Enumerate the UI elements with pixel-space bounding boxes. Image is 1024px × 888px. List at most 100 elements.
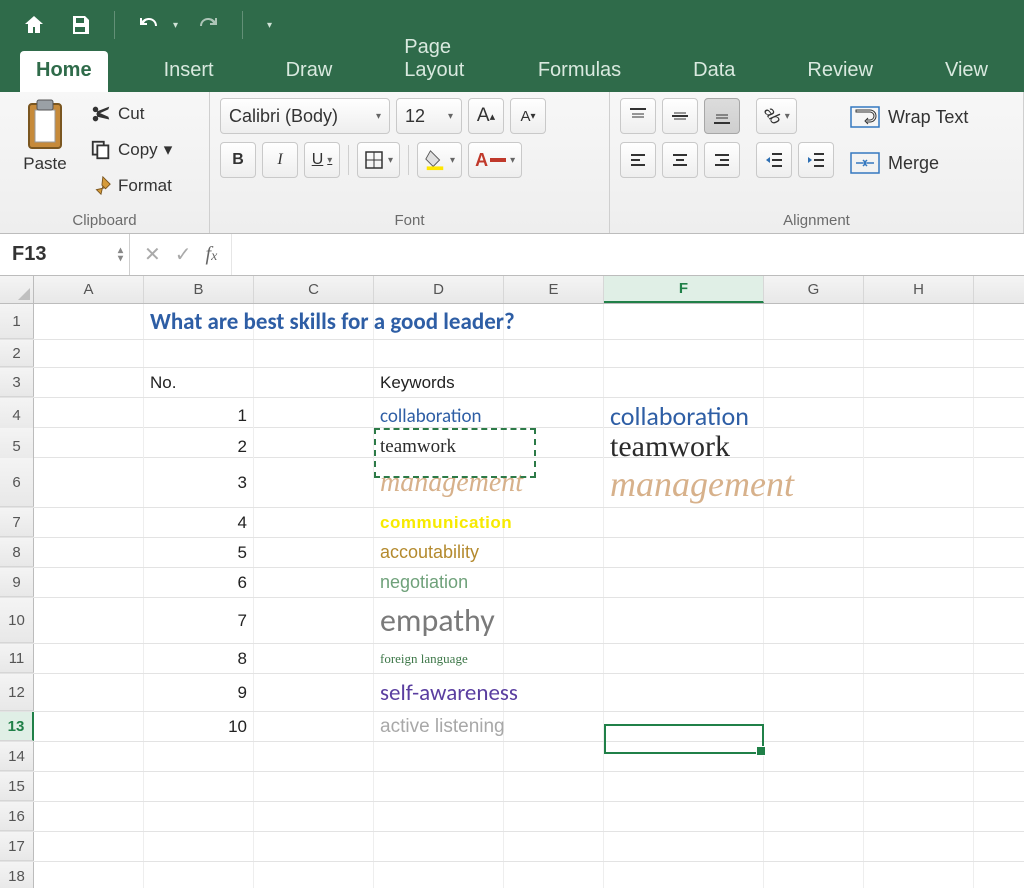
cell[interactable]	[254, 340, 374, 367]
cell[interactable]	[864, 802, 974, 831]
col-header-E[interactable]: E	[504, 276, 604, 303]
align-left-button[interactable]	[620, 142, 656, 178]
cell-B13[interactable]: 10	[144, 712, 254, 741]
cell[interactable]	[764, 742, 864, 771]
copy-button[interactable]: Copy ▾	[86, 134, 176, 166]
cell[interactable]	[764, 368, 864, 397]
cell[interactable]	[254, 832, 374, 861]
cell[interactable]	[34, 538, 144, 567]
cell[interactable]	[254, 802, 374, 831]
cell[interactable]	[144, 772, 254, 801]
cell[interactable]	[504, 568, 604, 597]
tab-data[interactable]: Data	[677, 51, 751, 92]
cell[interactable]	[34, 508, 144, 537]
cell[interactable]	[764, 772, 864, 801]
shrink-font-button[interactable]: A▾	[510, 98, 546, 134]
cell[interactable]	[254, 568, 374, 597]
cell[interactable]	[604, 568, 764, 597]
cell[interactable]	[374, 802, 504, 831]
row-header-6[interactable]: 6	[0, 458, 34, 507]
cell[interactable]	[764, 508, 864, 537]
accept-formula-icon[interactable]: ✓	[175, 242, 192, 267]
bold-button[interactable]: B	[220, 142, 256, 178]
save-icon[interactable]	[64, 9, 96, 41]
cell[interactable]	[34, 742, 144, 771]
cell[interactable]	[144, 832, 254, 861]
align-center-button[interactable]	[662, 142, 698, 178]
cell-D6[interactable]: management	[374, 458, 504, 507]
cell[interactable]	[144, 340, 254, 367]
cell[interactable]	[604, 368, 764, 397]
merge-button[interactable]: Merge	[850, 146, 968, 180]
cell[interactable]	[764, 644, 864, 673]
font-family-select[interactable]: Calibri (Body) ▾	[220, 98, 390, 134]
cell[interactable]	[34, 802, 144, 831]
cell[interactable]	[604, 832, 764, 861]
format-painter-button[interactable]: Format	[86, 170, 176, 202]
cell-B1[interactable]: What are best skills for a good leader?	[144, 304, 254, 339]
row-header-2[interactable]: 2	[0, 340, 34, 367]
tab-formulas[interactable]: Formulas	[522, 51, 637, 92]
cell[interactable]	[604, 644, 764, 673]
cell[interactable]	[604, 598, 764, 643]
grow-font-button[interactable]: A▴	[468, 98, 504, 134]
cell[interactable]	[34, 772, 144, 801]
increase-indent-button[interactable]	[798, 142, 834, 178]
cell-D12[interactable]: self-awareness	[374, 674, 504, 711]
undo-dropdown-caret[interactable]: ▾	[173, 20, 178, 31]
cell[interactable]	[374, 862, 504, 888]
row-header-17[interactable]: 17	[0, 832, 34, 861]
cell[interactable]	[254, 598, 374, 643]
tab-view[interactable]: View	[929, 51, 1004, 92]
cell[interactable]	[864, 644, 974, 673]
cut-button[interactable]: Cut	[86, 98, 176, 130]
align-middle-button[interactable]	[662, 98, 698, 134]
cell[interactable]	[864, 832, 974, 861]
cell[interactable]	[864, 712, 974, 741]
cell[interactable]	[764, 862, 864, 888]
cell[interactable]	[764, 832, 864, 861]
decrease-indent-button[interactable]	[756, 142, 792, 178]
cell[interactable]	[764, 340, 864, 367]
cell[interactable]	[374, 742, 504, 771]
name-box[interactable]: F13 ▴▾	[0, 234, 130, 275]
orientation-button[interactable]: ab ▾	[756, 98, 797, 134]
align-top-button[interactable]	[620, 98, 656, 134]
cell[interactable]	[254, 712, 374, 741]
cell[interactable]	[254, 862, 374, 888]
underline-button[interactable]: U ▾	[304, 142, 340, 178]
cell-B9[interactable]: 6	[144, 568, 254, 597]
row-header-7[interactable]: 7	[0, 508, 34, 537]
row-header-11[interactable]: 11	[0, 644, 34, 673]
cell[interactable]	[504, 772, 604, 801]
row-header-13[interactable]: 13	[0, 712, 34, 741]
col-header-H[interactable]: H	[864, 276, 974, 303]
col-header-C[interactable]: C	[254, 276, 374, 303]
cell[interactable]	[604, 772, 764, 801]
align-right-button[interactable]	[704, 142, 740, 178]
cell-D11[interactable]: foreign language	[374, 644, 504, 673]
cell[interactable]	[604, 508, 764, 537]
home-icon[interactable]	[18, 9, 50, 41]
col-header-G[interactable]: G	[764, 276, 864, 303]
tab-home[interactable]: Home	[20, 51, 108, 92]
cell-D3[interactable]: Keywords	[374, 368, 504, 397]
cell[interactable]	[864, 598, 974, 643]
cell[interactable]	[864, 862, 974, 888]
select-all-corner[interactable]	[0, 276, 34, 303]
cell[interactable]	[254, 772, 374, 801]
cancel-formula-icon[interactable]: ✕	[144, 242, 161, 267]
row-header-9[interactable]: 9	[0, 568, 34, 597]
cell[interactable]	[34, 712, 144, 741]
row-header-16[interactable]: 16	[0, 802, 34, 831]
cell[interactable]	[504, 538, 604, 567]
cell-F13[interactable]	[604, 712, 764, 741]
col-header-F[interactable]: F	[604, 276, 764, 303]
cell-F1[interactable]	[604, 304, 764, 339]
cell-B12[interactable]: 9	[144, 674, 254, 711]
redo-icon[interactable]	[192, 9, 224, 41]
name-box-stepper[interactable]: ▴▾	[118, 247, 123, 263]
cell[interactable]	[374, 832, 504, 861]
cell-A1[interactable]	[34, 304, 144, 339]
fill-color-button[interactable]: ▾	[417, 142, 462, 178]
